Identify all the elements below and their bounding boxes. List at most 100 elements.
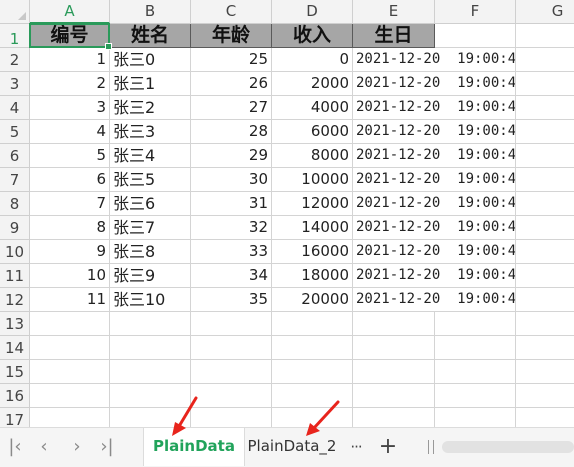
header-cell-e[interactable]: 生日: [353, 24, 435, 48]
column-header-a[interactable]: A: [30, 0, 110, 24]
table-cell[interactable]: [435, 24, 516, 48]
header-cell-a[interactable]: 编号: [30, 24, 110, 48]
table-cell[interactable]: 27: [191, 96, 272, 120]
row-header-5[interactable]: 5: [0, 120, 30, 144]
table-cell[interactable]: 6000: [272, 120, 353, 144]
table-cell[interactable]: 20000: [272, 288, 353, 312]
table-cell[interactable]: 28: [191, 120, 272, 144]
table-cell[interactable]: 张三3: [110, 120, 191, 144]
table-cell[interactable]: 26: [191, 72, 272, 96]
row-header-17[interactable]: 17: [0, 408, 30, 427]
table-cell[interactable]: [516, 240, 574, 264]
table-cell[interactable]: [516, 360, 574, 384]
table-cell[interactable]: [516, 72, 574, 96]
table-cell[interactable]: 32: [191, 216, 272, 240]
row-header-15[interactable]: 15: [0, 360, 30, 384]
first-sheet-icon[interactable]: |‹: [4, 436, 26, 458]
table-cell[interactable]: [516, 192, 574, 216]
table-cell[interactable]: [30, 312, 110, 336]
next-sheet-icon[interactable]: ›: [66, 436, 88, 458]
table-cell[interactable]: [516, 168, 574, 192]
table-cell[interactable]: 张三9: [110, 264, 191, 288]
select-all-corner[interactable]: [0, 0, 30, 24]
table-cell[interactable]: [516, 336, 574, 360]
table-cell[interactable]: [30, 360, 110, 384]
table-cell[interactable]: [110, 360, 191, 384]
table-cell[interactable]: 30: [191, 168, 272, 192]
table-cell[interactable]: 张三4: [110, 144, 191, 168]
table-cell[interactable]: 4: [30, 120, 110, 144]
table-cell[interactable]: 12000: [272, 192, 353, 216]
table-cell[interactable]: [191, 384, 272, 408]
row-header-14[interactable]: 14: [0, 336, 30, 360]
table-cell-birthday[interactable]: 2021-12-20 19:00:44: [353, 120, 516, 144]
table-cell[interactable]: [516, 24, 574, 48]
table-cell[interactable]: [516, 384, 574, 408]
table-cell[interactable]: [435, 336, 516, 360]
table-cell[interactable]: 7: [30, 192, 110, 216]
table-cell[interactable]: [191, 336, 272, 360]
table-cell[interactable]: [30, 336, 110, 360]
table-cell[interactable]: 1: [30, 48, 110, 72]
table-cell[interactable]: 8: [30, 216, 110, 240]
row-header-11[interactable]: 11: [0, 264, 30, 288]
row-header-2[interactable]: 2: [0, 48, 30, 72]
table-cell[interactable]: [516, 312, 574, 336]
table-cell[interactable]: 35: [191, 288, 272, 312]
table-cell[interactable]: [353, 312, 435, 336]
table-cell-birthday[interactable]: 2021-12-20 19:00:44: [353, 264, 516, 288]
table-cell[interactable]: 8000: [272, 144, 353, 168]
table-cell-birthday[interactable]: 2021-12-20 19:00:44: [353, 192, 516, 216]
table-cell[interactable]: [516, 48, 574, 72]
last-sheet-icon[interactable]: ›|: [96, 436, 118, 458]
table-cell[interactable]: 张三5: [110, 168, 191, 192]
more-sheets-icon[interactable]: ···: [344, 436, 368, 458]
table-cell[interactable]: [435, 408, 516, 427]
table-cell[interactable]: [516, 144, 574, 168]
table-cell[interactable]: 张三8: [110, 240, 191, 264]
table-cell[interactable]: 6: [30, 168, 110, 192]
table-cell[interactable]: 张三2: [110, 96, 191, 120]
row-header-16[interactable]: 16: [0, 384, 30, 408]
table-cell[interactable]: 34: [191, 264, 272, 288]
table-cell[interactable]: [110, 336, 191, 360]
table-cell-birthday[interactable]: 2021-12-20 19:00:44: [353, 168, 516, 192]
tab-plaindata-2[interactable]: PlainData_2: [246, 428, 338, 466]
table-cell[interactable]: 31: [191, 192, 272, 216]
table-cell[interactable]: 29: [191, 144, 272, 168]
table-cell[interactable]: 16000: [272, 240, 353, 264]
table-cell[interactable]: [110, 408, 191, 427]
column-header-e[interactable]: E: [353, 0, 435, 24]
column-header-c[interactable]: C: [191, 0, 272, 24]
column-header-f[interactable]: F: [435, 0, 516, 24]
row-header-6[interactable]: 6: [0, 144, 30, 168]
table-cell[interactable]: 张三6: [110, 192, 191, 216]
table-cell-birthday[interactable]: 2021-12-20 19:00:44: [353, 48, 516, 72]
table-cell[interactable]: 10: [30, 264, 110, 288]
table-cell[interactable]: 张三7: [110, 216, 191, 240]
header-cell-b[interactable]: 姓名: [110, 24, 191, 48]
row-header-9[interactable]: 9: [0, 216, 30, 240]
table-cell[interactable]: [272, 312, 353, 336]
row-header-4[interactable]: 4: [0, 96, 30, 120]
table-cell[interactable]: [110, 384, 191, 408]
table-cell[interactable]: 5: [30, 144, 110, 168]
table-cell[interactable]: [272, 384, 353, 408]
table-cell[interactable]: 25: [191, 48, 272, 72]
header-cell-c[interactable]: 年龄: [191, 24, 272, 48]
table-cell[interactable]: [110, 312, 191, 336]
table-cell[interactable]: [191, 312, 272, 336]
table-cell[interactable]: [191, 360, 272, 384]
table-cell[interactable]: [30, 384, 110, 408]
table-cell[interactable]: 18000: [272, 264, 353, 288]
table-cell[interactable]: 33: [191, 240, 272, 264]
row-header-1[interactable]: 1: [0, 24, 30, 48]
table-cell[interactable]: [272, 408, 353, 427]
row-header-8[interactable]: 8: [0, 192, 30, 216]
table-cell[interactable]: 4000: [272, 96, 353, 120]
table-cell[interactable]: 14000: [272, 216, 353, 240]
table-cell[interactable]: [435, 312, 516, 336]
table-cell[interactable]: [435, 360, 516, 384]
header-cell-d[interactable]: 收入: [272, 24, 353, 48]
table-cell[interactable]: 9: [30, 240, 110, 264]
